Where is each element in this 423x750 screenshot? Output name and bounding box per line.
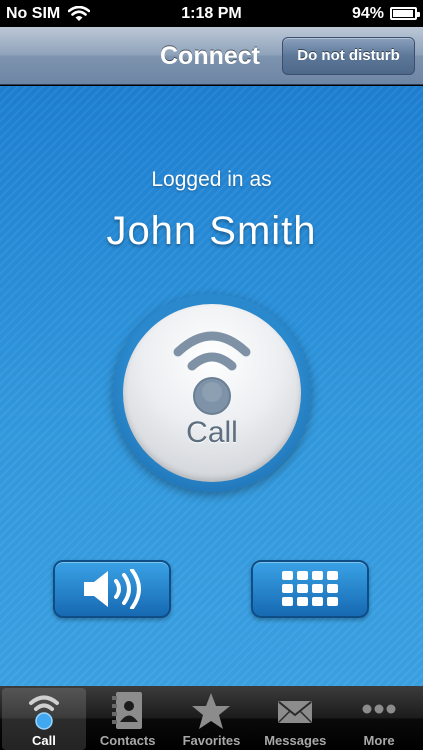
logged-in-label: Logged in as bbox=[151, 168, 272, 191]
call-wave-icon bbox=[173, 331, 251, 415]
battery-icon bbox=[390, 7, 420, 20]
nav-bar: Connect Do not disturb bbox=[0, 27, 423, 85]
tab-more[interactable]: More bbox=[337, 688, 421, 750]
nav-title: Connect bbox=[160, 42, 260, 70]
speaker-button[interactable] bbox=[53, 560, 171, 618]
call-label: Call bbox=[186, 416, 238, 449]
status-right: 94% bbox=[351, 4, 420, 23]
battery-level bbox=[393, 10, 413, 17]
tab-bar: Call Contacts Favorites Messages More bbox=[0, 686, 423, 750]
tab-messages[interactable]: Messages bbox=[253, 688, 337, 750]
more-dots-icon bbox=[362, 704, 396, 714]
call-wave-icon bbox=[28, 695, 59, 730]
speaker-icon bbox=[84, 569, 141, 609]
star-icon bbox=[192, 693, 231, 729]
keypad-button[interactable] bbox=[251, 560, 369, 618]
main-panel: Logged in as John Smith Call bbox=[0, 86, 423, 686]
tab-more-label: More bbox=[363, 733, 395, 748]
tab-call[interactable]: Call bbox=[2, 688, 86, 750]
tab-favorites[interactable]: Favorites bbox=[170, 688, 254, 750]
tab-call-label: Call bbox=[31, 733, 56, 748]
tab-contacts-label: Contacts bbox=[99, 733, 156, 748]
wifi-icon bbox=[68, 5, 91, 21]
status-bar: No SIM 1:18 PM 94% bbox=[0, 0, 423, 27]
keypad-icon bbox=[282, 571, 338, 606]
contacts-icon bbox=[111, 692, 142, 729]
status-left: No SIM bbox=[6, 4, 91, 23]
tab-contacts[interactable]: Contacts bbox=[86, 688, 170, 750]
tab-messages-label: Messages bbox=[264, 733, 327, 748]
do-not-disturb-button[interactable]: Do not disturb bbox=[282, 37, 415, 75]
envelope-icon bbox=[278, 701, 313, 723]
tab-favorites-label: Favorites bbox=[182, 733, 241, 748]
carrier-label: No SIM bbox=[6, 4, 61, 22]
battery-percent: 94% bbox=[351, 4, 384, 22]
call-button[interactable]: Call bbox=[123, 304, 301, 482]
user-name: John Smith bbox=[106, 209, 317, 253]
